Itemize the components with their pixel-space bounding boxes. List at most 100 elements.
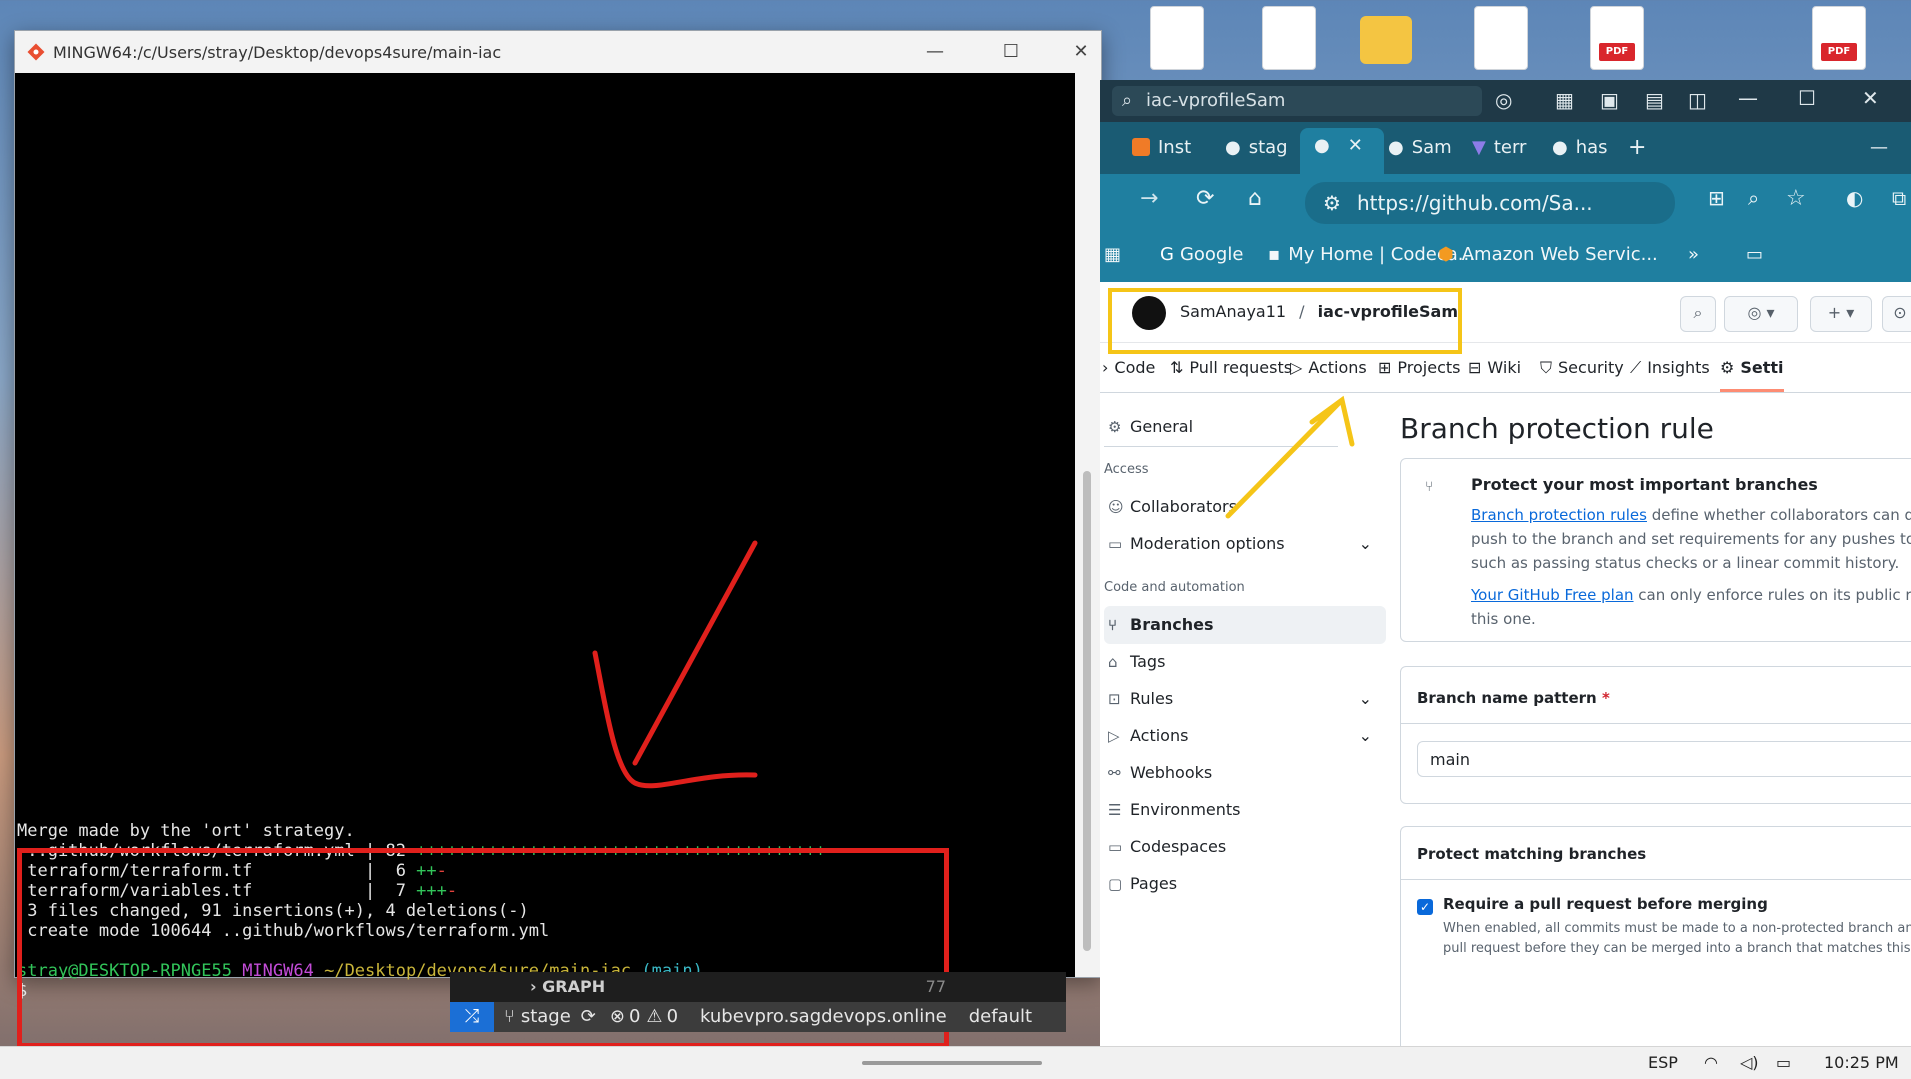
repo-header: SamAnaya11 / iac-vprofileSam ⌕ ◎ ▾ + ▾ ⊙: [1100, 282, 1911, 354]
puzzle-icon[interactable]: ⧉: [1892, 186, 1906, 210]
actions-icon: ▷: [1290, 358, 1303, 377]
sidebar-item-codespaces[interactable]: ▭ Codespaces: [1104, 828, 1386, 866]
profile[interactable]: default: [969, 1002, 1032, 1032]
sidebar-item-moderation[interactable]: ▭ Moderation options ⌄: [1104, 525, 1386, 563]
desktop-file-icon[interactable]: [1262, 6, 1316, 70]
tab-wiki[interactable]: ⊟ Wiki: [1468, 358, 1521, 377]
warning-count[interactable]: 0: [667, 1002, 678, 1032]
split-icon[interactable]: ▤: [1645, 88, 1664, 112]
desktop-pdf-icon[interactable]: PDF: [1812, 6, 1866, 70]
sync-icon[interactable]: ⟳: [581, 1002, 596, 1032]
sidebar-heading-code: Code and automation: [1104, 580, 1245, 595]
chevron-down-icon: ⌄: [1358, 726, 1372, 745]
browser-maximize-button[interactable]: ☐: [1798, 86, 1816, 110]
tab-actions[interactable]: ▷ Actions: [1290, 358, 1367, 377]
branch-pattern-card: Branch name pattern * main: [1400, 666, 1911, 804]
create-new-button[interactable]: + ▾: [1810, 296, 1872, 332]
language-indicator[interactable]: ESP: [1648, 1053, 1678, 1072]
wifi-icon[interactable]: ◠: [1704, 1053, 1718, 1072]
browser-search[interactable]: ⌕ iac-vprofileSam: [1112, 86, 1482, 116]
card-divider: [1401, 879, 1911, 880]
layout-icon[interactable]: ▦: [1555, 88, 1574, 112]
browser-minimize-button[interactable]: —: [1738, 86, 1758, 110]
tab-insights[interactable]: ⟋ Insights: [1630, 358, 1710, 378]
desktop-pdf-icon[interactable]: PDF: [1590, 6, 1644, 70]
issues-button[interactable]: ⊙: [1882, 296, 1911, 332]
tab-close-icon[interactable]: ✕: [1348, 135, 1363, 156]
bpr-text: define whether collaborators can delete: [1651, 506, 1911, 524]
refresh-icon[interactable]: ⟳: [1196, 186, 1214, 211]
apps-icon[interactable]: ▦: [1104, 244, 1121, 265]
site-info-icon[interactable]: ⚙: [1323, 182, 1341, 224]
graph-section[interactable]: › GRAPH 77: [450, 972, 1066, 1002]
tab-active-github[interactable]: ● ✕: [1300, 128, 1384, 174]
url-input[interactable]: ⚙ https://github.com/Sa...: [1305, 182, 1675, 224]
sidebar-icon[interactable]: ▣: [1600, 88, 1619, 112]
tab-terr[interactable]: ▼ terr: [1472, 130, 1526, 166]
sidebar-item-actions[interactable]: ▷ Actions ⌄: [1104, 717, 1386, 755]
tab-pull-requests[interactable]: ⇅ Pull requests: [1170, 358, 1292, 377]
home-icon[interactable]: ⌂: [1248, 186, 1262, 211]
terminal-scrollbar[interactable]: [1083, 471, 1091, 951]
nav-label: Actions: [1308, 358, 1367, 377]
copilot-icon[interactable]: ◎: [1495, 88, 1512, 112]
search-button[interactable]: ⌕: [1680, 296, 1716, 332]
clock[interactable]: 10:25 PM: [1824, 1053, 1899, 1072]
branch-pattern-input[interactable]: main: [1417, 741, 1911, 777]
maximize-button[interactable]: ☐: [993, 39, 1029, 65]
taskbar: ESP ◠ ◁) ▭ 10:25 PM: [0, 1046, 1911, 1079]
google-icon: G: [1160, 244, 1174, 265]
sidebar-item-environments[interactable]: ☰ Environments: [1104, 791, 1386, 829]
sidebar-item-webhooks[interactable]: ⚯ Webhooks: [1104, 754, 1386, 792]
remote-icon[interactable]: ⤮: [450, 1002, 494, 1032]
tab-menu-icon[interactable]: —: [1870, 130, 1888, 166]
tab-code[interactable]: › Code: [1102, 358, 1155, 377]
terminal-window[interactable]: MINGW64:/c/Users/stray/Desktop/devops4su…: [14, 30, 1102, 1048]
plan-link[interactable]: Your GitHub Free plan: [1471, 586, 1634, 604]
search-icon: ⌕: [1122, 90, 1133, 111]
close-button[interactable]: ✕: [1063, 39, 1099, 65]
remote-host[interactable]: kubevpro.sagdevops.online: [700, 1002, 947, 1032]
browser-close-button[interactable]: ✕: [1862, 86, 1879, 110]
tab-inst[interactable]: Inst: [1132, 130, 1191, 166]
tab-stag[interactable]: ● stag: [1225, 130, 1288, 166]
branch-icon: ⑂: [1425, 479, 1434, 495]
minimize-button[interactable]: —: [917, 39, 953, 65]
volume-icon[interactable]: ◁): [1740, 1053, 1759, 1072]
sidebar-item-branches[interactable]: ⑂ Branches: [1104, 606, 1386, 644]
battery-icon[interactable]: ▭: [1776, 1053, 1791, 1072]
install-app-icon[interactable]: ⊞: [1708, 186, 1725, 210]
bookmark-google[interactable]: G Google: [1160, 244, 1243, 265]
copilot-button[interactable]: ◎ ▾: [1724, 296, 1798, 332]
desktop-media-icon[interactable]: [1474, 6, 1528, 70]
tab-projects[interactable]: ⊞ Projects: [1378, 358, 1460, 377]
more-bookmarks-icon[interactable]: »: [1688, 244, 1699, 265]
tab-sam[interactable]: ● Sam: [1388, 130, 1452, 166]
branch-name[interactable]: stage: [521, 1002, 571, 1032]
split-screen-icon[interactable]: ◫: [1688, 88, 1707, 112]
sidebar-item-rules[interactable]: ⊡ Rules ⌄: [1104, 680, 1386, 718]
desktop-file-icon[interactable]: [1150, 6, 1204, 70]
bpr-link[interactable]: Branch protection rules: [1471, 506, 1647, 524]
nav-label: Security: [1558, 358, 1624, 377]
require-pr-checkbox[interactable]: ✓: [1417, 899, 1433, 915]
bookmark-aws[interactable]: ⬢ Amazon Web Servic...: [1438, 244, 1658, 265]
terminal-output[interactable]: Merge made by the 'ort' strategy. ..gith…: [15, 73, 1075, 1048]
new-tab-button[interactable]: +: [1628, 130, 1646, 166]
tab-has[interactable]: ● has: [1552, 130, 1608, 166]
favorite-star-icon[interactable]: ☆: [1786, 186, 1806, 211]
zoom-icon[interactable]: ⌕: [1748, 186, 1759, 210]
forward-icon[interactable]: →: [1140, 186, 1158, 211]
tab-settings[interactable]: ⚙ Setti: [1720, 358, 1784, 392]
tab-label: Sam: [1411, 137, 1452, 158]
require-pr-desc-2: pull request before they can be merged i…: [1443, 941, 1911, 956]
error-count[interactable]: 0: [629, 1002, 640, 1032]
sidebar-item-pages[interactable]: ▢ Pages: [1104, 865, 1386, 903]
desktop-folder-icon[interactable]: [1360, 16, 1412, 64]
terminal-title: MINGW64:/c/Users/stray/Desktop/devops4su…: [53, 42, 502, 62]
require-pr-desc-1: When enabled, all commits must be made t…: [1443, 921, 1911, 936]
tab-security[interactable]: ⛉ Security: [1540, 358, 1624, 378]
extension-icon[interactable]: ◐: [1846, 186, 1863, 210]
sidebar-item-tags[interactable]: ⌂ Tags: [1104, 643, 1386, 681]
other-favorites-icon[interactable]: ▭: [1746, 244, 1763, 265]
